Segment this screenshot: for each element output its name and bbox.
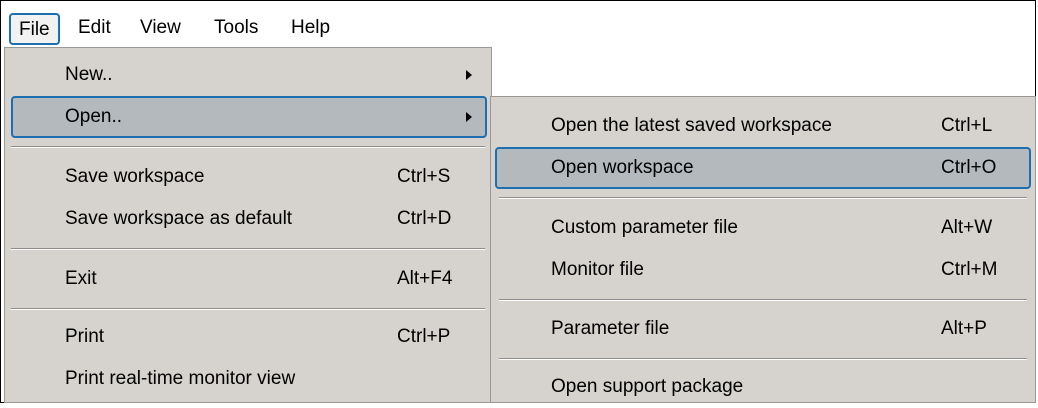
menu-file[interactable]: File [9, 13, 60, 45]
shortcut-label: Ctrl+S [397, 166, 451, 187]
menu-item-open-latest-workspace[interactable]: Open the latest saved workspace Ctrl+L [491, 105, 1035, 147]
open-submenu: Open the latest saved workspace Ctrl+L O… [490, 96, 1036, 403]
menu-item-label: Parameter file [551, 318, 670, 339]
menu-item-monitor-file[interactable]: Monitor file Ctrl+M [491, 249, 1035, 291]
menu-item-save-workspace-default[interactable]: Save workspace as default Ctrl+D [5, 198, 491, 240]
shortcut-label: Ctrl+M [941, 259, 998, 280]
menu-separator [11, 146, 485, 148]
menu-item-open-workspace[interactable]: Open workspace Ctrl+O [495, 147, 1031, 189]
menu-help[interactable]: Help [283, 13, 338, 45]
menu-item-label: Exit [65, 268, 97, 289]
menu-item-label: Custom parameter file [551, 217, 738, 238]
menu-item-label: Open workspace [551, 157, 694, 178]
window-frame: File Edit View Tools Help New.. Open.. S… [0, 0, 1036, 403]
menu-item-open-support-package[interactable]: Open support package [491, 366, 1035, 408]
shortcut-label: Ctrl+O [941, 157, 997, 178]
menu-separator [499, 197, 1027, 199]
menu-item-label: Save workspace [65, 166, 205, 187]
menu-separator [499, 299, 1027, 301]
menu-view[interactable]: View [132, 13, 189, 45]
menu-bar: File Edit View Tools Help [3, 3, 1033, 47]
menu-item-custom-parameter-file[interactable]: Custom parameter file Alt+W [491, 207, 1035, 249]
menu-separator [11, 248, 485, 250]
menu-item-print[interactable]: Print Ctrl+P [5, 316, 491, 358]
menu-item-print-monitor[interactable]: Print real-time monitor view [5, 358, 491, 400]
menu-item-open[interactable]: Open.. [11, 96, 487, 138]
menu-item-label: Save workspace as default [65, 208, 293, 229]
submenu-arrow-icon [466, 70, 472, 80]
menu-item-parameter-file[interactable]: Parameter file Alt+P [491, 308, 1035, 350]
shortcut-label: Ctrl+P [397, 326, 451, 347]
menu-item-exit[interactable]: Exit Alt+F4 [5, 258, 491, 300]
menu-item-label: Open support package [551, 376, 744, 397]
menu-item-label: Open the latest saved workspace [551, 115, 832, 136]
menu-item-save-workspace[interactable]: Save workspace Ctrl+S [5, 156, 491, 198]
menu-item-new[interactable]: New.. [5, 54, 491, 96]
menu-separator [499, 358, 1027, 360]
menu-item-label: Print [65, 326, 105, 347]
menu-item-label: Open.. [65, 106, 123, 127]
shortcut-label: Ctrl+D [397, 208, 452, 229]
menu-item-label: Monitor file [551, 259, 644, 280]
shortcut-label: Alt+F4 [397, 268, 453, 289]
shortcut-label: Alt+P [941, 318, 987, 339]
menu-separator [11, 308, 485, 310]
file-menu: New.. Open.. Save workspace Ctrl+S Save … [4, 47, 492, 403]
menu-tools[interactable]: Tools [206, 13, 266, 45]
menu-edit[interactable]: Edit [70, 13, 119, 45]
shortcut-label: Ctrl+L [941, 115, 993, 136]
submenu-arrow-icon [466, 112, 472, 122]
menu-item-label: New.. [65, 64, 113, 85]
menu-item-label: Print real-time monitor view [65, 368, 296, 389]
shortcut-label: Alt+W [941, 217, 993, 238]
